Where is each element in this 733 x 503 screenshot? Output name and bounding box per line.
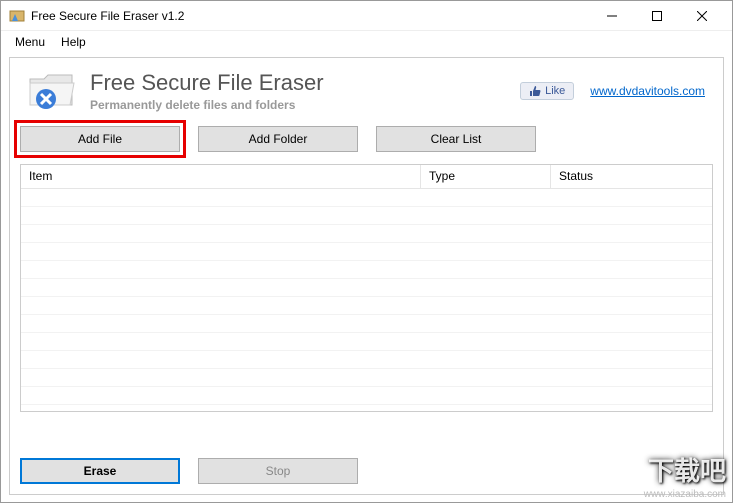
minimize-button[interactable] — [589, 1, 634, 31]
col-type[interactable]: Type — [421, 165, 551, 188]
menu-help[interactable]: Help — [53, 33, 94, 51]
app-title: Free Secure File Eraser — [90, 70, 520, 96]
add-file-button[interactable]: Add File — [20, 126, 180, 152]
clear-list-button[interactable]: Clear List — [376, 126, 536, 152]
titlebar: Free Secure File Eraser v1.2 — [1, 1, 732, 31]
menubar: Menu Help — [1, 31, 732, 53]
window-title: Free Secure File Eraser v1.2 — [31, 9, 589, 23]
header-right: Like www.dvdavitools.com — [520, 82, 705, 100]
stop-button[interactable]: Stop — [198, 458, 358, 484]
thumbs-up-icon — [529, 85, 541, 97]
add-folder-button[interactable]: Add Folder — [198, 126, 358, 152]
title-block: Free Secure File Eraser Permanently dele… — [90, 70, 520, 112]
header: Free Secure File Eraser Permanently dele… — [10, 58, 723, 118]
like-button[interactable]: Like — [520, 82, 574, 100]
erase-button[interactable]: Erase — [20, 458, 180, 484]
like-label: Like — [545, 85, 565, 97]
menu-menu[interactable]: Menu — [7, 33, 53, 51]
bottom-toolbar: Erase Stop — [20, 458, 358, 484]
list-header: Item Type Status — [21, 165, 712, 189]
website-link[interactable]: www.dvdavitools.com — [590, 84, 705, 98]
app-subtitle: Permanently delete files and folders — [90, 98, 520, 112]
app-icon — [9, 8, 25, 24]
file-list[interactable]: Item Type Status — [20, 164, 713, 412]
maximize-button[interactable] — [634, 1, 679, 31]
close-button[interactable] — [679, 1, 724, 31]
col-status[interactable]: Status — [551, 165, 712, 188]
list-body — [21, 189, 712, 412]
toolbar: Add File Add Folder Clear List — [10, 118, 723, 158]
folder-delete-icon — [28, 71, 76, 111]
col-item[interactable]: Item — [21, 165, 421, 188]
main-panel: Free Secure File Eraser Permanently dele… — [9, 57, 724, 495]
highlight-annotation: Add File — [14, 120, 186, 158]
